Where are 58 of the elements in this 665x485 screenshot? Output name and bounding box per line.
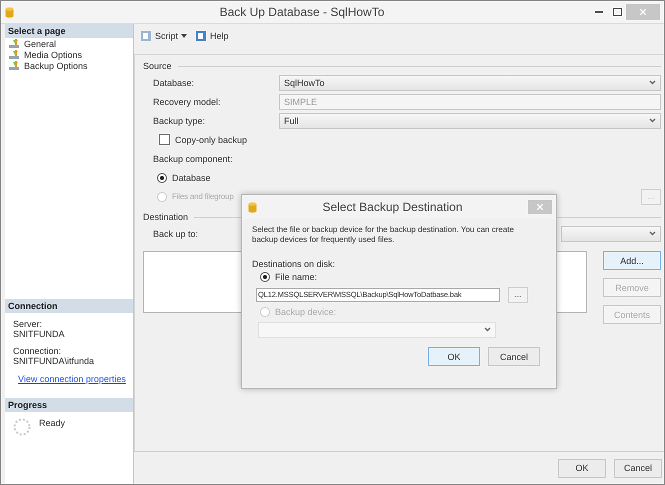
readonly-field: SIMPLE [279, 94, 661, 110]
chevron-down-icon [649, 118, 656, 123]
maximize-icon [612, 8, 622, 16]
document-icon [195, 30, 208, 42]
dialog-title: Select Backup Destination [321, 200, 464, 214]
page-item[interactable]: Media Options [5, 49, 133, 60]
section-title: Destination [143, 212, 188, 222]
connection-header: Connection [5, 299, 133, 313]
database-icon [5, 6, 14, 18]
field-label: Back up to: [153, 228, 198, 238]
close-icon [537, 204, 543, 210]
dialog-description: Select the file or backup device for the backup destination. You can create backup devices for frequently used files. [252, 225, 515, 245]
close-button[interactable] [528, 200, 552, 214]
page-item[interactable]: General [5, 38, 133, 49]
minimize-icon [595, 11, 603, 13]
radio-button[interactable] [260, 272, 270, 282]
progress-status: Ready [39, 418, 66, 430]
radio-label: Backup device: [275, 307, 336, 317]
radio-label: Database [172, 172, 211, 182]
server-name: SNITFUNDA [13, 329, 66, 339]
radio-label: File name: [275, 272, 318, 282]
spinner-icon [13, 418, 31, 436]
dropdown[interactable]: SqlHowTo [279, 74, 661, 90]
connection-name: SNITFUNDA\itfunda [13, 356, 96, 366]
field-label: Backup component: [153, 154, 233, 164]
server-label: Server: [13, 319, 44, 329]
connection-properties-link[interactable]: View connection properties [18, 374, 126, 384]
dialog-button[interactable]: Cancel [488, 347, 540, 366]
database-icon [248, 202, 257, 212]
field-label: Database: [153, 78, 194, 88]
chevron-down-icon [649, 80, 656, 85]
connection-label: Connection: [13, 346, 62, 356]
chevron-down-icon [484, 327, 491, 332]
progress-header: Progress [5, 398, 133, 412]
dialog-button[interactable]: OK [558, 458, 606, 478]
dialog-button[interactable]: Cancel [614, 458, 662, 478]
toolbar-button[interactable]: Help [195, 30, 229, 42]
group-label: Destinations on disk: [252, 259, 336, 269]
action-button[interactable]: Add... [603, 251, 661, 270]
sidebar-header: Select a page [5, 24, 133, 38]
browse-button[interactable]: ... [508, 286, 528, 302]
toolbar-button[interactable]: Script [140, 30, 188, 42]
document-icon [140, 30, 152, 42]
dialog-button[interactable]: OK [428, 347, 480, 366]
radio-button[interactable] [157, 172, 167, 182]
page-item[interactable]: Backup Options [5, 60, 133, 71]
close-icon [640, 9, 646, 15]
section-title: Source [143, 61, 172, 71]
field-label: Recovery model: [153, 96, 221, 106]
dropdown[interactable] [258, 322, 496, 338]
radio-label: Files and filegroup [172, 192, 234, 201]
dropdown[interactable]: Full [279, 112, 661, 128]
window-title: Back Up Database - SqlHowTo [218, 5, 386, 19]
checkbox-label: Copy-only backup [175, 134, 248, 144]
chevron-down-icon [649, 231, 656, 236]
field-label: Backup type: [153, 116, 206, 126]
checkbox[interactable] [159, 134, 170, 145]
dropdown[interactable] [561, 226, 661, 242]
